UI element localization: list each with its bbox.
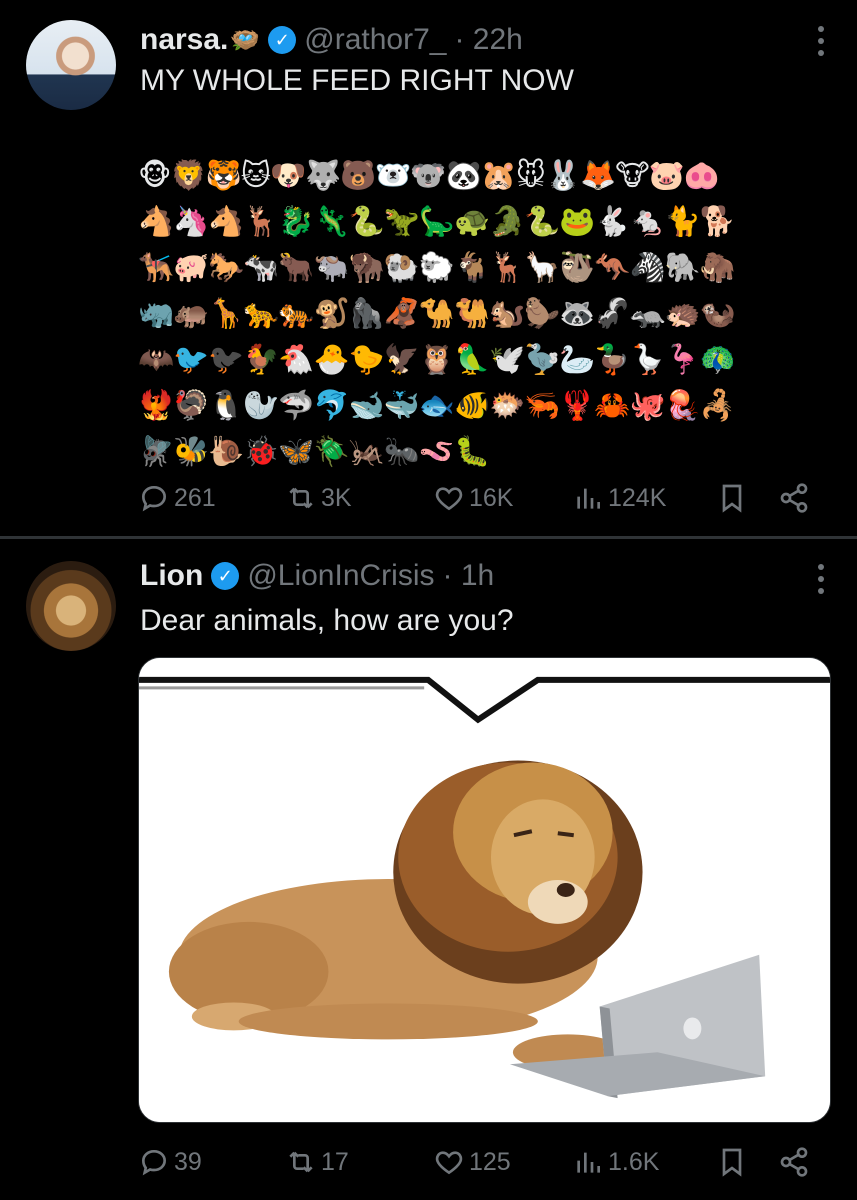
bookmark-icon [722, 484, 742, 513]
views-chart-icon [577, 1152, 600, 1173]
tweet-text: MY WHOLE FEED RIGHT NOW [140, 64, 574, 97]
reply-icon [141, 1149, 167, 1176]
emoji-grid: 🐵🦁🐯🐱🐶🐺🐻🐻‍❄️🐨🐼🐹🐭🐰🦊🐮🐷🐽 🐴🦄🐴🦌🐉🦎🐍🦖🦕🐢🐊🐍🐸🐇🐁🐈🐕 🐕… [138, 152, 818, 474]
tweet[interactable]: Lion ✓ @LionInCrisis · 1h Dear animals, … [0, 539, 857, 1200]
timestamp[interactable]: · 22h [454, 23, 522, 57]
tweet-text: Dear animals, how are you? [140, 604, 514, 637]
repost-button[interactable]: 17 [285, 1142, 349, 1182]
avatar[interactable] [26, 20, 116, 110]
emoji-row: 🪰🐝🐌🐞🦋🪲🦗🐜🪱🐛 [138, 434, 490, 468]
share-button[interactable] [778, 1142, 810, 1182]
bookmark-button[interactable] [716, 1142, 748, 1182]
reply-count: 261 [174, 483, 216, 512]
handle[interactable]: @LionInCrisis [247, 559, 434, 593]
like-count: 16K [469, 483, 514, 512]
tweet-image[interactable] [138, 657, 831, 1123]
heart-icon [435, 1151, 463, 1175]
emoji-row: 🦏🦛🦒🐆🐅🐒🦍🦧🐪🐫🐿️🦫🦝🦨🦡🦔🦦 [138, 296, 736, 330]
tweet-actions: 39 17 125 1.6K [0, 1142, 857, 1182]
like-button[interactable]: 125 [433, 1142, 511, 1182]
views-button[interactable]: 124K [572, 478, 666, 518]
tweet-actions: 261 3K 16K 124K [0, 478, 857, 518]
share-button[interactable] [778, 478, 810, 518]
tweet[interactable]: narsa. 🪺 ✓ @rathor7_ · 22h MY WHOLE FEED… [0, 0, 857, 536]
handle[interactable]: @rathor7_ [304, 23, 446, 57]
reply-icon [141, 485, 167, 512]
emoji-row: 🐵🦁🐯🐱🐶🐺🐻🐻‍❄️🐨🐼🐹🐭🐰🦊🐮🐷🐽 [138, 158, 720, 192]
lion-with-laptop-image [139, 658, 830, 1122]
display-name[interactable]: narsa. [140, 23, 228, 57]
emoji-row: 🐕‍🦺🐖🐎🐄🐂🐃🦬🐏🐑🐐🦌🦙🦥🦘🦓🐘🦣 [138, 250, 736, 284]
more-options-icon[interactable] [817, 26, 825, 56]
more-options-icon[interactable] [817, 564, 825, 594]
reply-count: 39 [174, 1147, 202, 1176]
share-icon [780, 1147, 808, 1177]
like-button[interactable]: 16K [433, 478, 513, 518]
verified-badge-icon: ✓ [211, 562, 240, 590]
repost-count: 3K [321, 483, 352, 512]
repost-count: 17 [321, 1147, 349, 1176]
share-icon [780, 483, 808, 513]
timeline-feed: narsa. 🪺 ✓ @rathor7_ · 22h MY WHOLE FEED… [0, 0, 857, 1200]
verified-badge-icon: ✓ [268, 26, 297, 54]
tweet-header: narsa. 🪺 ✓ @rathor7_ · 22h [140, 20, 523, 60]
views-chart-icon [577, 488, 600, 509]
emoji-row: 🦇🐦🐦‍⬛🐓🐔🐣🐤🦅🦉🦜🕊️🦤🦢🦆🪿🦩🦚 [138, 342, 736, 376]
emoji-row: 🐦‍🔥🦃🐧🦭🦈🐬🐋🐳🐟🐠🐡🦐🦞🦀🐙🪼🦂 [138, 388, 736, 422]
bookmark-button[interactable] [716, 478, 748, 518]
like-count: 125 [469, 1147, 511, 1176]
display-name[interactable]: Lion [140, 559, 203, 593]
repost-icon [289, 487, 313, 509]
heart-icon [435, 487, 463, 511]
emoji-row: 🐴🦄🐴🦌🐉🦎🐍🦖🦕🐢🐊🐍🐸🐇🐁🐈🐕 [138, 204, 736, 238]
tweet-header: Lion ✓ @LionInCrisis · 1h [140, 556, 494, 596]
avatar[interactable] [26, 561, 116, 651]
view-count: 124K [608, 483, 667, 512]
reply-button[interactable]: 39 [138, 1142, 202, 1182]
repost-button[interactable]: 3K [285, 478, 352, 518]
timestamp[interactable]: · 1h [443, 559, 495, 593]
nest-emoji: 🪺 [230, 26, 261, 54]
repost-icon [289, 1151, 313, 1173]
views-button[interactable]: 1.6K [572, 1142, 659, 1182]
bookmark-icon [722, 1148, 742, 1177]
reply-button[interactable]: 261 [138, 478, 216, 518]
view-count: 1.6K [608, 1147, 660, 1176]
